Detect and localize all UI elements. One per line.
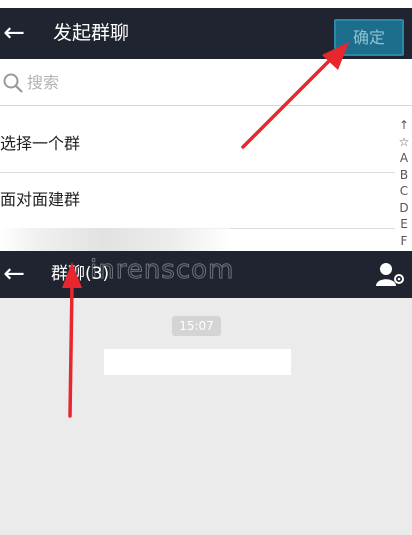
back-arrow-icon[interactable]: ← — [0, 254, 28, 294]
chat-area: 15:07 — [0, 298, 412, 535]
option-select-group[interactable]: 选择一个群 — [0, 116, 395, 173]
system-message-redacted — [104, 349, 291, 375]
page-title: 发起群聊 — [53, 22, 130, 44]
chat-title: 群聊(3) — [51, 264, 110, 284]
confirm-button[interactable]: 确定 — [334, 19, 404, 56]
option-face-to-face[interactable]: 面对面建群 — [0, 172, 395, 229]
timestamp-badge: 15:07 — [172, 316, 221, 336]
group-info-person-icon[interactable] — [375, 261, 405, 287]
option-label: 选择一个群 — [0, 134, 81, 153]
index-letter[interactable]: C — [396, 183, 412, 200]
group-chat-nav-bar: ← inrenscom 群聊(3) — [0, 251, 412, 298]
search-bar — [0, 59, 412, 106]
index-star-icon[interactable]: ☆ — [396, 134, 412, 151]
blurred-contact-row — [0, 228, 230, 253]
option-label: 面对面建群 — [0, 190, 81, 209]
back-arrow-icon[interactable]: ← — [0, 13, 28, 53]
search-icon — [3, 73, 23, 93]
index-letter[interactable]: F — [396, 233, 412, 250]
watermark: inrenscom — [89, 255, 235, 286]
alphabet-index[interactable]: ↑ ☆ A B C D E F — [396, 117, 412, 249]
index-letter[interactable]: B — [396, 167, 412, 184]
search-input[interactable] — [27, 69, 327, 95]
index-letter[interactable]: E — [396, 216, 412, 233]
index-letter[interactable]: D — [396, 200, 412, 217]
create-group-nav-bar: ← 发起群聊 确定 — [0, 8, 412, 59]
index-letter[interactable]: A — [396, 150, 412, 167]
index-top-icon[interactable]: ↑ — [396, 117, 412, 134]
